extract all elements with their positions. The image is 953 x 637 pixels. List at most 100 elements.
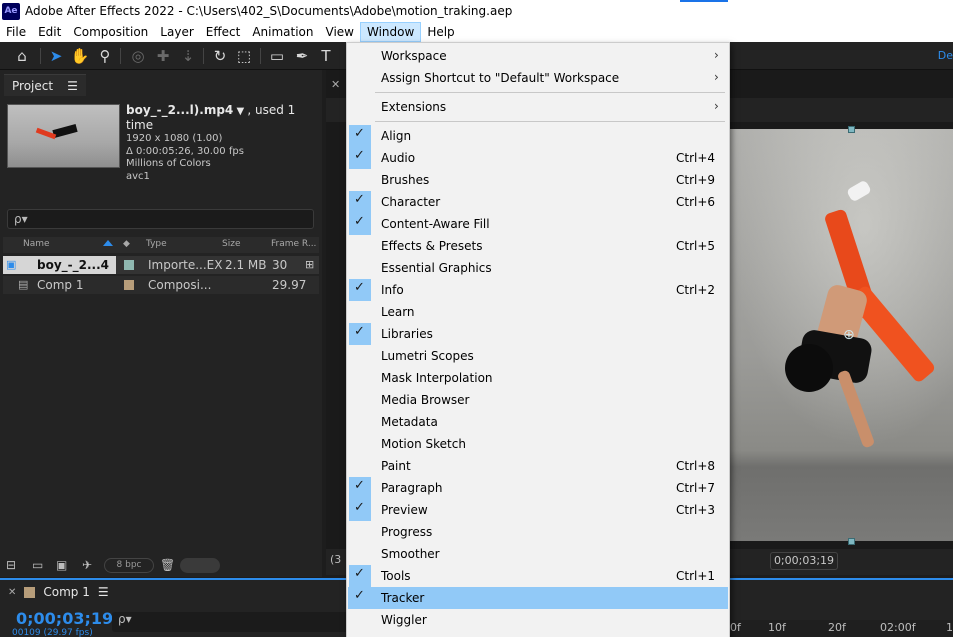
close-icon[interactable]: ✕: [8, 587, 16, 598]
menu-item-preview[interactable]: ✓ Preview Ctrl+3: [348, 499, 728, 521]
menu-layer[interactable]: Layer: [154, 22, 199, 42]
menu-item-align[interactable]: ✓ Align: [348, 125, 728, 147]
new-folder-icon[interactable]: ▭: [32, 558, 43, 572]
menu-item-wiggler[interactable]: Wiggler: [348, 609, 728, 631]
menu-item-motion-sketch[interactable]: Motion Sketch: [348, 433, 728, 455]
menu-animation[interactable]: Animation: [246, 22, 319, 42]
checkmark-icon: ✓: [354, 214, 365, 229]
menu-item-smoother[interactable]: Smoother: [348, 543, 728, 565]
menu-item-content-aware-fill[interactable]: ✓ Content-Aware Fill: [348, 213, 728, 235]
title-accent-bar: [680, 0, 728, 2]
adjust-project-settings-icon[interactable]: ✈: [82, 558, 92, 572]
zoom-tool-icon[interactable]: ⚲: [95, 46, 115, 66]
project-item-row[interactable]: ▤ Comp 1 Composi... 29.97: [3, 276, 319, 294]
project-search-input[interactable]: ρ▾: [7, 209, 314, 229]
footage-thumbnail: [7, 104, 120, 168]
menu-item-libraries[interactable]: ✓ Libraries: [348, 323, 728, 345]
project-item-row[interactable]: ▣ boy_-_2...4 Importe...EX 2.1 MB 30 ⊞: [3, 256, 319, 274]
pen-tool-icon[interactable]: ✒: [292, 46, 312, 66]
magnification-partial[interactable]: (3: [330, 553, 341, 566]
column-frame-rate[interactable]: Frame R...: [271, 239, 316, 249]
orbit-camera-icon[interactable]: ◎: [128, 46, 148, 66]
column-type[interactable]: Type: [146, 239, 167, 249]
menu-item-effects-presets[interactable]: Effects & Presets Ctrl+5: [348, 235, 728, 257]
menu-item-shortcut: Ctrl+5: [676, 239, 716, 253]
toolbar-separator: [120, 48, 121, 64]
menu-window[interactable]: Window: [359, 22, 422, 42]
rotation-tool-icon[interactable]: ↻: [210, 46, 230, 66]
sort-ascending-icon[interactable]: [103, 240, 113, 246]
trash-icon[interactable]: 🗑: [160, 558, 175, 572]
menu-item-paint[interactable]: Paint Ctrl+8: [348, 455, 728, 477]
label-color-swatch[interactable]: [124, 280, 134, 290]
pan-camera-icon[interactable]: ✚: [153, 46, 173, 66]
menu-item-tools[interactable]: ✓ Tools Ctrl+1: [348, 565, 728, 587]
menu-item-lumetri-scopes[interactable]: Lumetri Scopes: [348, 345, 728, 367]
footage-name[interactable]: boy_-_2...l).mp4: [126, 103, 233, 117]
workspace-default-label[interactable]: De: [938, 49, 953, 62]
menu-item-learn[interactable]: Learn: [348, 301, 728, 323]
item-name[interactable]: Comp 1: [37, 278, 83, 292]
menu-item-label: Extensions: [381, 100, 447, 114]
menu-item-progress[interactable]: Progress: [348, 521, 728, 543]
current-time-display[interactable]: 0;00;03;19: [16, 609, 113, 628]
menu-item-info[interactable]: ✓ Info Ctrl+2: [348, 279, 728, 301]
menu-edit[interactable]: Edit: [32, 22, 67, 42]
menu-item-media-browser[interactable]: Media Browser: [348, 389, 728, 411]
menu-file[interactable]: File: [0, 22, 32, 42]
label-color-swatch[interactable]: [124, 260, 134, 270]
flowchart-icon[interactable]: ⊞: [305, 258, 314, 271]
item-frame-rate: 29.97: [272, 278, 307, 292]
menu-item-assign-shortcut-to-default-workspace[interactable]: Assign Shortcut to "Default" Workspace ›: [348, 67, 728, 89]
menu-item-audio[interactable]: ✓ Audio Ctrl+4: [348, 147, 728, 169]
dolly-camera-icon[interactable]: ⇣: [178, 46, 198, 66]
footage-codec: avc1: [126, 170, 150, 182]
timeline-tab[interactable]: ✕ Comp 1 ☰: [8, 585, 109, 599]
column-size[interactable]: Size: [222, 239, 240, 249]
menu-composition[interactable]: Composition: [67, 22, 154, 42]
panel-menu-icon[interactable]: ☰: [98, 585, 109, 599]
dropdown-triangle-icon[interactable]: ▼: [236, 106, 244, 117]
bit-depth-button[interactable]: 8 bpc: [104, 558, 154, 573]
menu-item-essential-graphics[interactable]: Essential Graphics: [348, 257, 728, 279]
home-icon[interactable]: ⌂: [12, 46, 32, 66]
label-column-icon[interactable]: ◆: [123, 239, 130, 249]
interpret-footage-icon[interactable]: ⊟: [6, 558, 16, 572]
menu-view[interactable]: View: [320, 22, 360, 42]
time-ruler[interactable]: 0f 10f 20f 02:00f 1: [730, 620, 953, 637]
menu-help[interactable]: Help: [421, 22, 460, 42]
rectangle-tool-icon[interactable]: ▭: [267, 46, 287, 66]
thumbnail-zoom-slider[interactable]: [180, 558, 220, 573]
hand-tool-icon[interactable]: ✋: [70, 46, 90, 66]
anchor-point-icon[interactable]: ⊕: [843, 327, 855, 343]
menu-item-mask-interpolation[interactable]: Mask Interpolation: [348, 367, 728, 389]
title-bar: Ae Adobe After Effects 2022 - C:\Users\4…: [0, 0, 953, 22]
menu-item-label: Preview: [381, 503, 428, 517]
menu-effect[interactable]: Effect: [200, 22, 247, 42]
selection-tool-icon[interactable]: ➤: [46, 46, 66, 66]
menu-item-workspace[interactable]: Workspace ›: [348, 45, 728, 67]
menu-item-metadata[interactable]: Metadata: [348, 411, 728, 433]
menu-item-shortcut: Ctrl+9: [676, 173, 716, 187]
layer-handle-bottom[interactable]: [848, 538, 855, 545]
layer-handle-top[interactable]: [848, 126, 855, 133]
new-composition-icon[interactable]: ▣: [56, 558, 67, 572]
menu-item-brushes[interactable]: Brushes Ctrl+9: [348, 169, 728, 191]
close-icon[interactable]: ✕: [331, 78, 340, 91]
pan-behind-tool-icon[interactable]: ⬚: [234, 46, 254, 66]
panel-menu-icon[interactable]: ☰: [67, 79, 78, 93]
menu-item-paragraph[interactable]: ✓ Paragraph Ctrl+7: [348, 477, 728, 499]
menu-item-label: Assign Shortcut to "Default" Workspace: [381, 71, 620, 85]
item-name[interactable]: boy_-_2...4: [37, 258, 109, 272]
column-name[interactable]: Name: [23, 239, 50, 249]
timeline-search-input[interactable]: ρ▾: [112, 612, 352, 632]
project-tab[interactable]: Project ☰: [4, 74, 86, 96]
submenu-chevron-icon: ›: [714, 48, 719, 62]
menu-item-character[interactable]: ✓ Character Ctrl+6: [348, 191, 728, 213]
viewer-timecode[interactable]: 0;00;03;19: [770, 552, 838, 570]
menu-item-label: Metadata: [381, 415, 438, 429]
type-tool-icon[interactable]: T: [316, 46, 336, 66]
menu-item-tracker[interactable]: ✓ Tracker: [348, 587, 728, 609]
menu-item-extensions[interactable]: Extensions ›: [348, 96, 728, 118]
composition-frame[interactable]: [730, 129, 953, 541]
